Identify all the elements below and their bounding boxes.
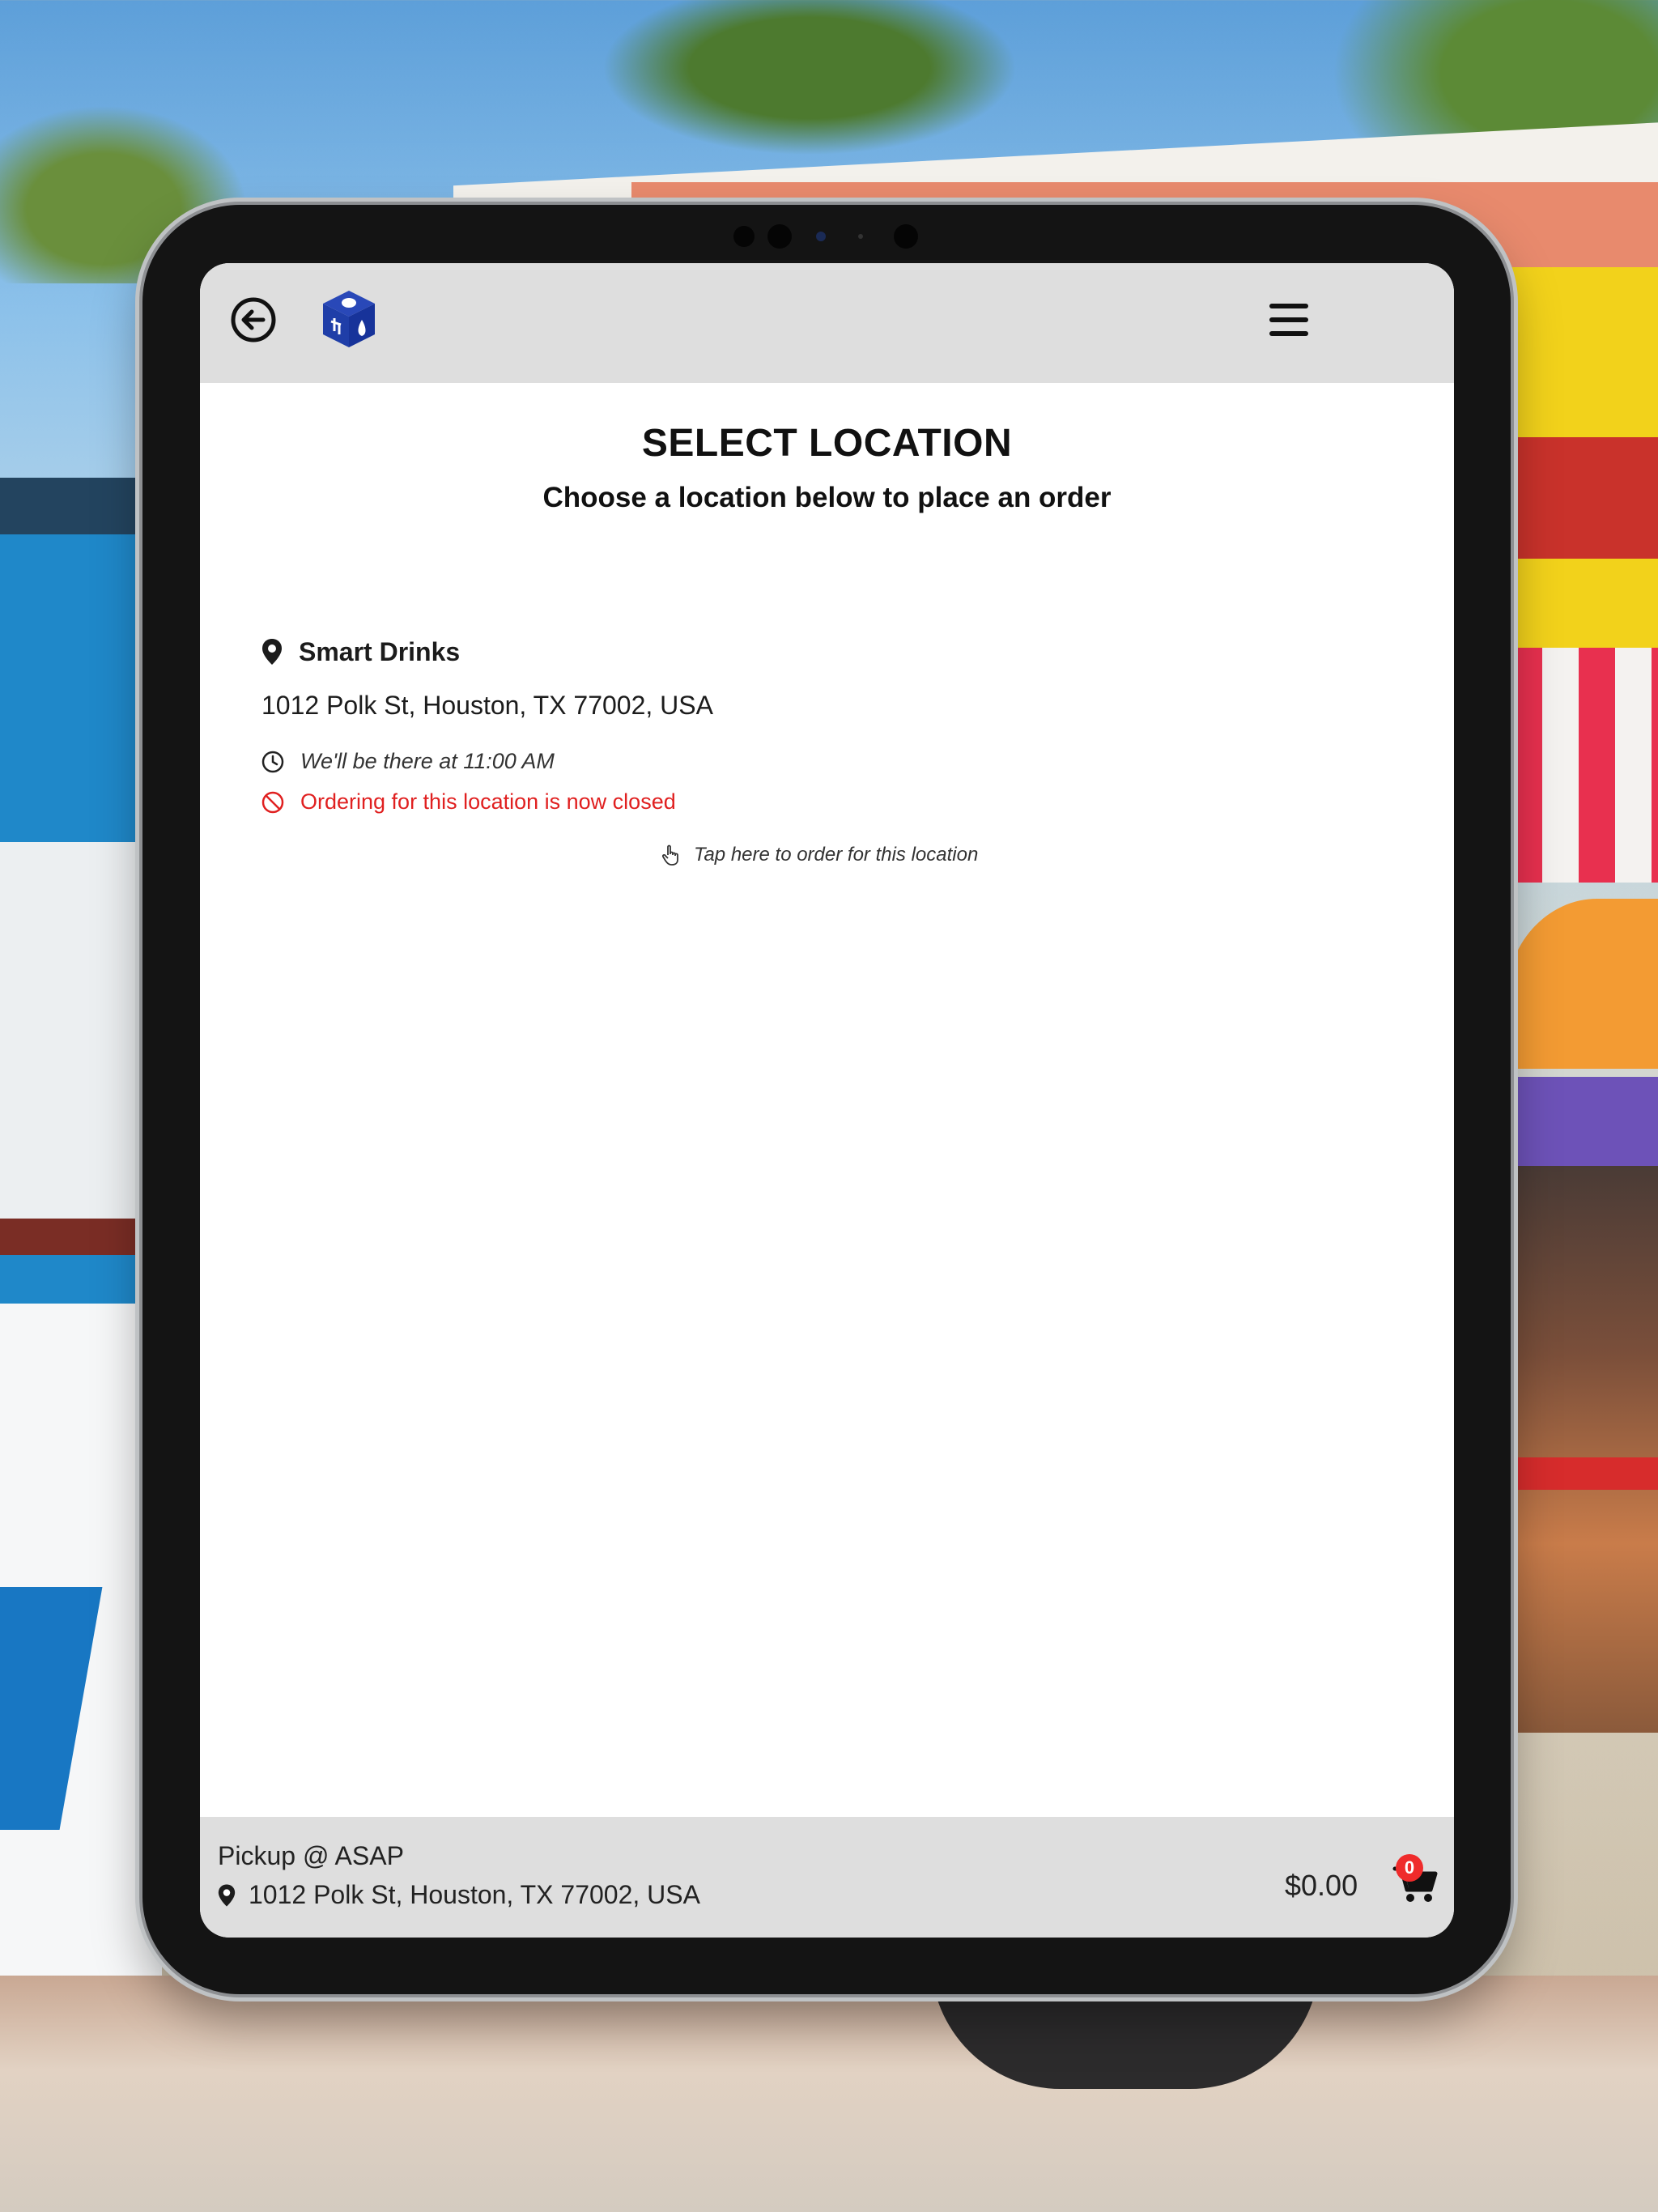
location-address: 1012 Polk St, Houston, TX 77002, USA: [261, 691, 713, 720]
cart-count-badge: 0: [1396, 1854, 1423, 1882]
ban-icon: [261, 791, 284, 813]
sensor-dot: [858, 234, 863, 239]
pickup-label[interactable]: Pickup @ ASAP: [218, 1841, 404, 1871]
pavement: [0, 1976, 1658, 2212]
footer-address-row[interactable]: 1012 Polk St, Houston, TX 77002, USA: [218, 1880, 700, 1910]
tablet-frame: SELECT LOCATION Choose a location below …: [142, 205, 1511, 1994]
footer-address: 1012 Polk St, Houston, TX 77002, USA: [249, 1880, 700, 1909]
food-truck-stripe: [0, 1219, 142, 1255]
order-footer: Pickup @ ASAP 1012 Polk St, Houston, TX …: [200, 1817, 1454, 1938]
cart-total: $0.00: [1285, 1869, 1358, 1902]
store-sign: [1512, 437, 1658, 559]
page-subtitle: Choose a location below to place an orde…: [542, 482, 1112, 513]
sensor-dot: [733, 226, 755, 247]
sensor-dot: [767, 224, 792, 249]
palm-tree: [567, 0, 1052, 170]
map-pin-icon: [262, 639, 282, 665]
app-screen: SELECT LOCATION Choose a location below …: [200, 263, 1454, 1938]
location-status: Ordering for this location is now closed: [300, 789, 676, 814]
back-button[interactable]: [229, 296, 278, 344]
menu-button[interactable]: [1266, 297, 1312, 342]
app-header: [200, 263, 1454, 383]
location-card[interactable]: Smart Drinks 1012 Polk St, Houston, TX 7…: [257, 632, 1390, 874]
location-time-row: We'll be there at 11:00 AM: [261, 749, 555, 774]
umbrella: [1506, 1077, 1658, 1166]
patio-table: [1506, 1457, 1658, 1490]
page-title: SELECT LOCATION: [641, 422, 1013, 465]
brand-logo[interactable]: [321, 289, 376, 349]
location-name-row: Smart Drinks: [261, 632, 460, 672]
camera-bar: [725, 219, 936, 250]
cube-logo-icon: [323, 291, 375, 347]
map-pin-icon: [218, 1883, 236, 1907]
striped-awning: [1506, 648, 1658, 883]
location-tap-label: Tap here to order for this location: [694, 844, 979, 866]
hand-pointer-icon: [661, 844, 678, 866]
umbrella: [1506, 899, 1658, 1069]
patio-crowd: [1506, 1166, 1658, 1733]
hamburger-menu-icon: [1269, 304, 1308, 336]
food-truck-top: [0, 478, 146, 534]
camera-lens: [816, 232, 826, 241]
sensor-dot: [894, 224, 918, 249]
arrow-left-circle-icon: [231, 297, 276, 342]
clock-icon: [261, 751, 284, 772]
location-time: We'll be there at 11:00 AM: [300, 749, 555, 773]
location-name: Smart Drinks: [299, 636, 461, 666]
location-status-row: Ordering for this location is now closed: [261, 789, 676, 815]
food-truck-menu-board: [0, 842, 142, 1223]
location-tap-hint[interactable]: Tap here to order for this location: [661, 844, 978, 866]
